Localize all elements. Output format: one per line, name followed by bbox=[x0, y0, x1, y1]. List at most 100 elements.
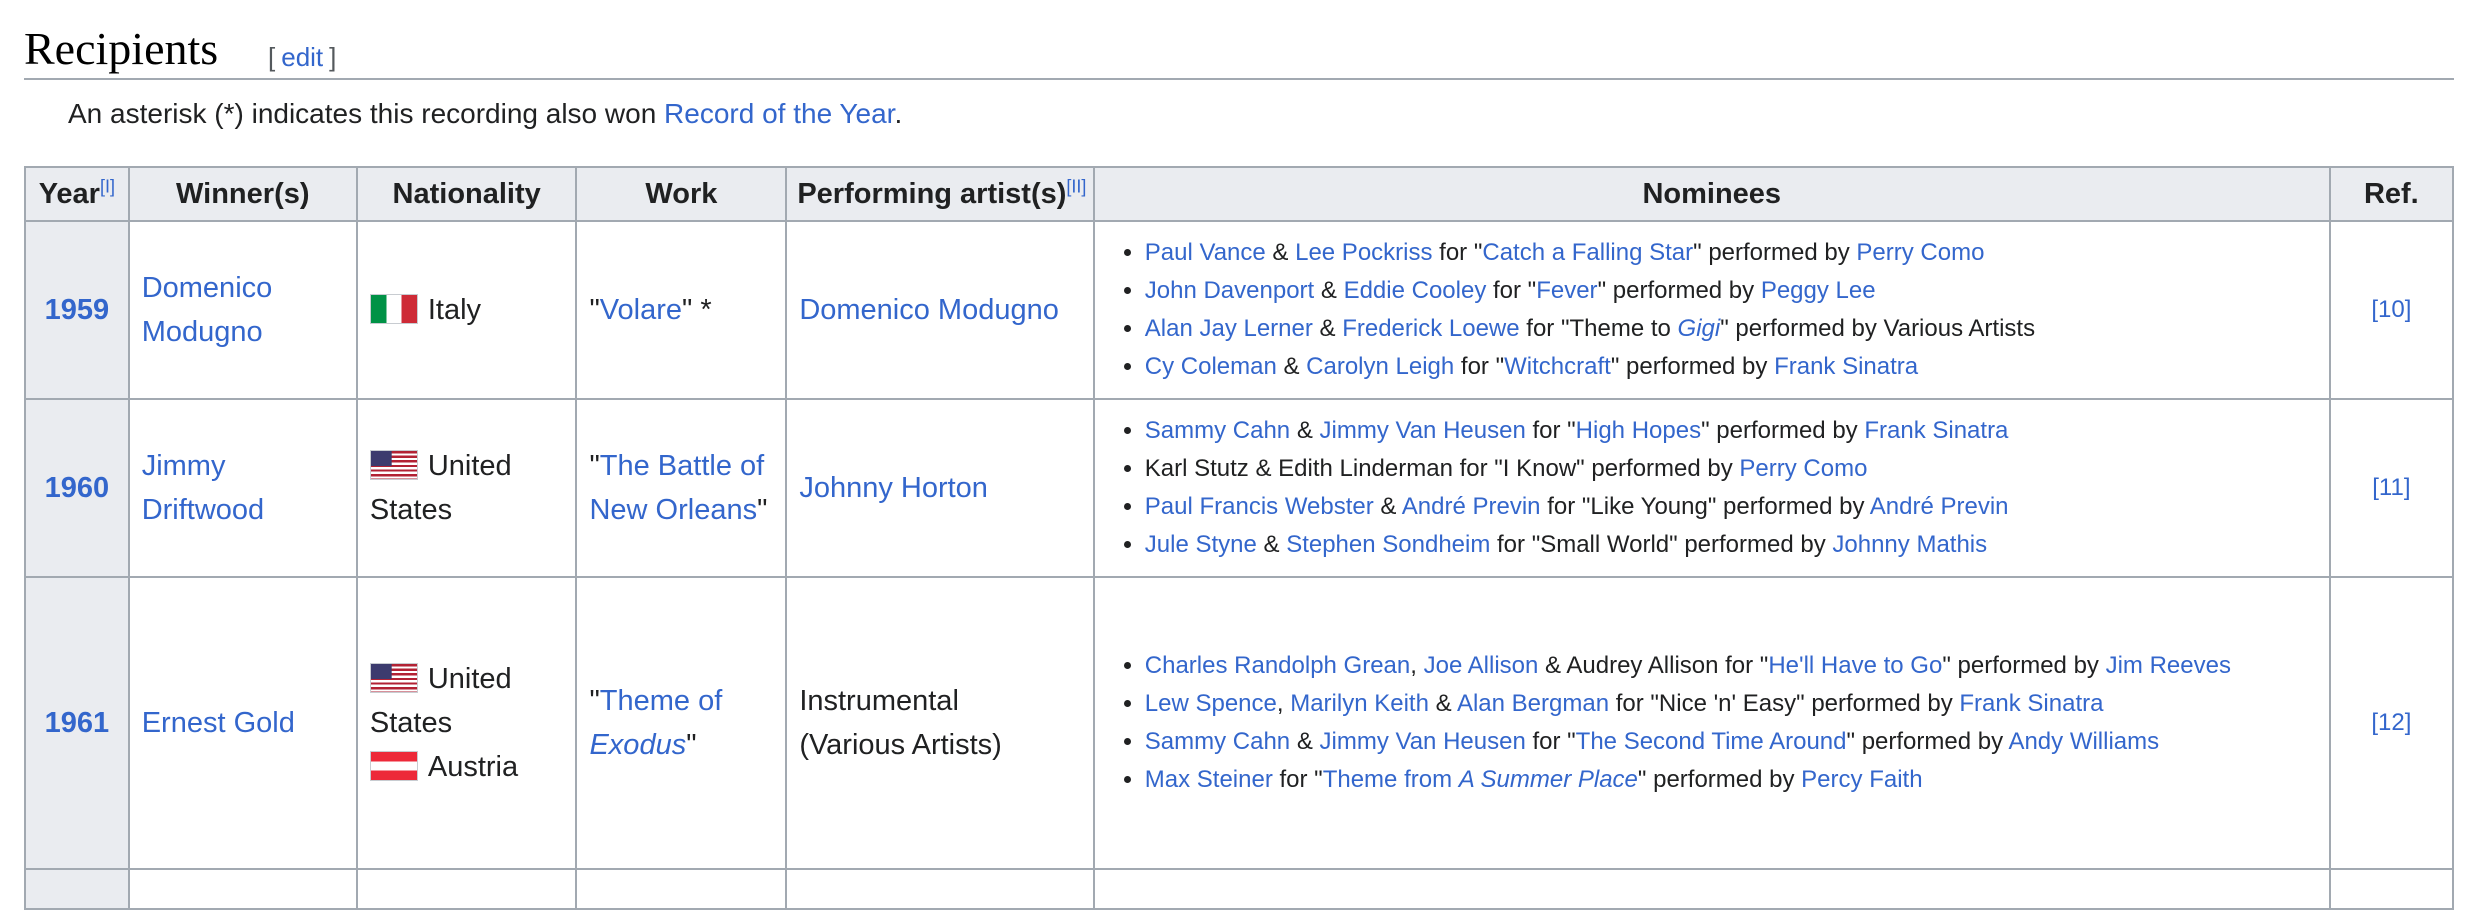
artist-link[interactable]: Perry Como bbox=[1856, 239, 1984, 266]
songwriter-link[interactable]: Stephen Sondheim bbox=[1286, 531, 1490, 558]
song-title-italic: A Summer Place bbox=[1458, 766, 1638, 793]
song-link[interactable]: He'll Have to Go bbox=[1768, 652, 1942, 679]
quote-close: " bbox=[686, 729, 697, 761]
connector-text: " performed by bbox=[1701, 417, 1865, 444]
col-nominees[interactable]: Nominees bbox=[1092, 166, 2331, 222]
performer-link[interactable]: Domenico Modugno bbox=[799, 294, 1059, 326]
usa-flag-icon bbox=[369, 663, 418, 693]
col-work[interactable]: Work bbox=[575, 166, 788, 222]
artist-link[interactable]: Jim Reeves bbox=[2106, 652, 2231, 679]
winner-link[interactable]: Domenico Modugno bbox=[142, 272, 273, 348]
work-link[interactable]: Theme of Exodus bbox=[589, 685, 722, 761]
quote-open: " bbox=[589, 294, 600, 326]
artist-link[interactable]: Peggy Lee bbox=[1761, 277, 1876, 304]
songwriter-link[interactable]: Sammy Cahn bbox=[1145, 728, 1290, 755]
connector-text: , bbox=[1410, 652, 1424, 679]
songwriter-link[interactable]: Alan Jay Lerner bbox=[1145, 315, 1313, 342]
ref-cell bbox=[2328, 868, 2455, 910]
song-title: Theme from bbox=[1322, 766, 1459, 793]
connector-text: & bbox=[1256, 531, 1287, 558]
connector-text: " performed by bbox=[1942, 652, 2106, 679]
songwriter-link[interactable]: Frederick Loewe bbox=[1342, 315, 1519, 342]
col-performers[interactable]: Performing artist(s)[II] bbox=[785, 166, 1095, 222]
artist-link[interactable]: Frank Sinatra bbox=[1774, 353, 1918, 380]
songwriter-link[interactable]: Carolyn Leigh bbox=[1306, 353, 1454, 380]
artist-link[interactable]: André Previn bbox=[1870, 493, 2009, 520]
songwriter-link[interactable]: Lew Spence bbox=[1145, 690, 1277, 717]
songwriter-link[interactable]: Sammy Cahn bbox=[1145, 417, 1290, 444]
songwriter-link[interactable]: Paul Francis Webster bbox=[1145, 493, 1374, 520]
col-year[interactable]: Year[I] bbox=[24, 166, 130, 222]
edit-link[interactable]: edit bbox=[281, 42, 323, 72]
song-link[interactable]: The Second Time Around bbox=[1576, 728, 1847, 755]
quote-close: " * bbox=[682, 294, 712, 326]
ref-link[interactable]: [12] bbox=[2371, 709, 2411, 736]
songwriter-link[interactable]: Cy Coleman bbox=[1145, 353, 1277, 380]
songwriter-link[interactable]: Marilyn Keith bbox=[1290, 690, 1429, 717]
winner-link[interactable]: Jimmy Driftwood bbox=[142, 450, 265, 526]
nominee-item: Lew Spence, Marilyn Keith & Alan Bergman… bbox=[1145, 685, 2319, 723]
work-link[interactable]: The Battle of New Orleans bbox=[589, 450, 764, 526]
performer-text: Instrumental bbox=[799, 685, 959, 717]
song-link[interactable]: Theme from A Summer Place bbox=[1323, 766, 1638, 793]
winner-cell bbox=[127, 868, 358, 910]
song-link[interactable]: High Hopes bbox=[1576, 417, 1701, 444]
work-cell bbox=[575, 868, 788, 910]
nationality-cell: United States bbox=[355, 398, 578, 578]
song-link[interactable]: Catch a Falling Star bbox=[1482, 239, 1693, 266]
artist-link[interactable]: Andy Williams bbox=[2008, 728, 2159, 755]
nominees-cell: Charles Randolph Grean, Joe Allison & Au… bbox=[1092, 576, 2331, 870]
connector-text: & bbox=[1373, 493, 1402, 520]
artist-link[interactable]: Perry Como bbox=[1739, 455, 1867, 482]
songwriter-link[interactable]: Jimmy Van Heusen bbox=[1320, 728, 1526, 755]
nominee-item: Jule Styne & Stephen Sondheim for "Small… bbox=[1145, 526, 2319, 564]
ref-link[interactable]: [10] bbox=[2371, 296, 2411, 323]
record-of-the-year-link[interactable]: Record of the Year bbox=[664, 98, 894, 129]
artist-link[interactable]: Frank Sinatra bbox=[1959, 690, 2103, 717]
songwriter-link[interactable]: John Davenport bbox=[1145, 277, 1314, 304]
quote-close: " bbox=[757, 494, 768, 526]
work-link[interactable]: Volare bbox=[600, 294, 682, 326]
film-link[interactable]: Gigi bbox=[1678, 315, 1721, 342]
songwriter-link[interactable]: Jimmy Van Heusen bbox=[1320, 417, 1526, 444]
connector-text: & bbox=[1290, 417, 1320, 444]
country-name: Austria bbox=[427, 751, 519, 783]
performer-link[interactable]: Johnny Horton bbox=[799, 472, 988, 504]
songwriter-link[interactable]: Max Steiner bbox=[1145, 766, 1273, 793]
songwriter-link[interactable]: Paul Vance bbox=[1145, 239, 1266, 266]
col-ref[interactable]: Ref. bbox=[2328, 166, 2455, 222]
songwriter-link[interactable]: Eddie Cooley bbox=[1344, 277, 1487, 304]
nominees-cell: Paul Vance & Lee Pockriss for "Catch a F… bbox=[1092, 220, 2331, 400]
ref-link[interactable]: [11] bbox=[2372, 474, 2410, 501]
artist-link[interactable]: Johnny Mathis bbox=[1832, 531, 1987, 558]
songwriter-link[interactable]: Alan Bergman bbox=[1457, 690, 1609, 717]
winner-link[interactable]: Ernest Gold bbox=[142, 707, 295, 739]
artist-link[interactable]: Percy Faith bbox=[1801, 766, 1922, 793]
year-link[interactable]: 1959 bbox=[45, 294, 110, 326]
connector-text: " performed by bbox=[1610, 353, 1775, 380]
connector-text: " performed by Various Artists bbox=[1720, 315, 2036, 342]
quote-open: " bbox=[589, 450, 600, 482]
work-title: Theme of bbox=[599, 685, 723, 717]
songwriter-link[interactable]: Charles Randolph Grean bbox=[1145, 652, 1411, 679]
songwriter-link[interactable]: André Previn bbox=[1402, 493, 1541, 520]
nominee-item: John Davenport & Eddie Cooley for "Fever… bbox=[1145, 272, 2319, 310]
edit-section: [edit] bbox=[268, 42, 336, 73]
year-link[interactable]: 1960 bbox=[45, 472, 110, 504]
nationality-entry: Austria bbox=[369, 745, 564, 789]
year-link[interactable]: 1961 bbox=[45, 707, 110, 739]
nominees-list: Charles Randolph Grean, Joe Allison & Au… bbox=[1111, 647, 2319, 799]
col-nationality[interactable]: Nationality bbox=[355, 166, 578, 222]
artist-link[interactable]: Frank Sinatra bbox=[1864, 417, 2008, 444]
col-winners[interactable]: Winner(s) bbox=[127, 166, 358, 222]
songwriter-link[interactable]: Lee Pockriss bbox=[1295, 239, 1432, 266]
year-note-link[interactable]: [I] bbox=[100, 176, 115, 196]
songwriter-link[interactable]: Jule Styne bbox=[1145, 531, 1257, 558]
performers-note-link[interactable]: [II] bbox=[1066, 176, 1086, 196]
nationality-cell bbox=[355, 868, 578, 910]
song-link[interactable]: Fever bbox=[1536, 277, 1597, 304]
song-link[interactable]: Witchcraft bbox=[1504, 353, 1611, 380]
connector-text: for "Theme to bbox=[1519, 315, 1678, 342]
songwriter-link[interactable]: Joe Allison bbox=[1424, 652, 1539, 679]
col-performers-label: Performing artist(s) bbox=[797, 177, 1067, 210]
